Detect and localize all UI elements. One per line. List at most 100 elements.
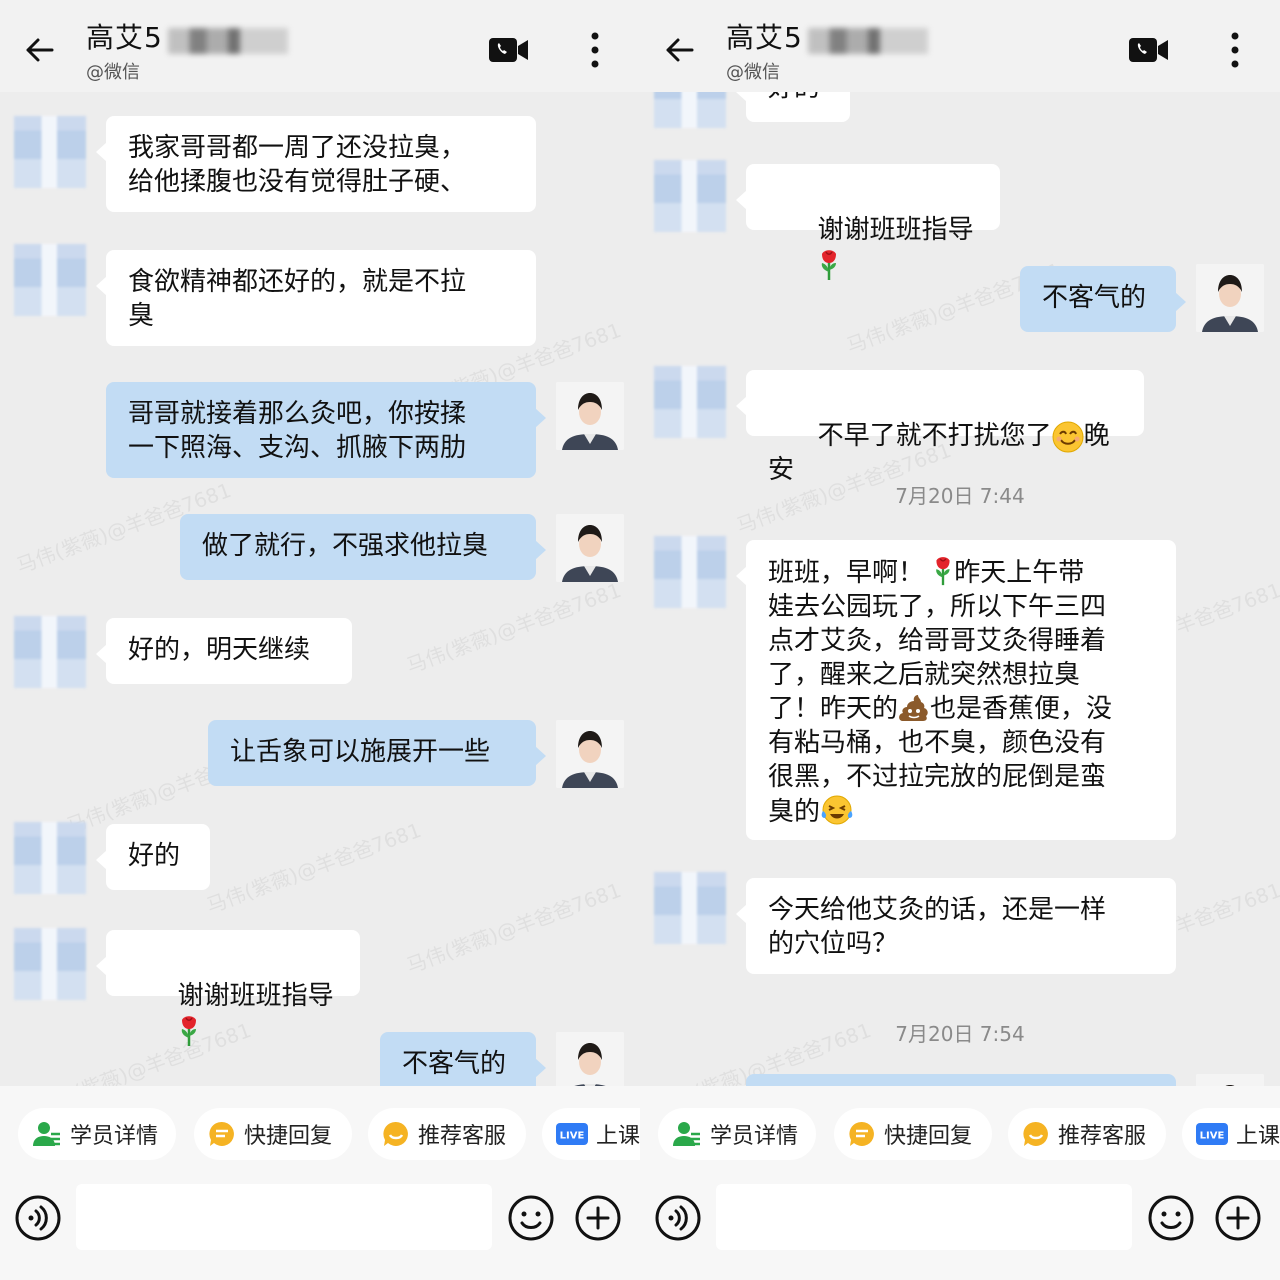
message-bubble[interactable]: 谢谢班班指导: [96, 930, 360, 1046]
self-avatar[interactable]: [556, 382, 624, 450]
self-avatar[interactable]: [556, 1032, 624, 1086]
contact-avatar[interactable]: [654, 872, 726, 944]
video-call-icon[interactable]: [1128, 34, 1170, 66]
contact-avatar[interactable]: [654, 92, 726, 128]
message-bubble[interactable]: 不客气的: [1020, 266, 1186, 332]
contact-avatar[interactable]: [14, 116, 86, 188]
live-badge-icon: LIVE: [1196, 1123, 1228, 1145]
self-avatar[interactable]: [1196, 1074, 1264, 1086]
student-details-button[interactable]: 学员详情: [18, 1108, 176, 1160]
message-list: 马伟(紫薇)@羊爸爸7681 马伟(紫薇)@羊爸爸7681 马伟(紫薇)@羊爸爸…: [0, 92, 640, 1086]
self-avatar[interactable]: [556, 514, 624, 582]
message-list: 马伟(紫薇)@羊爸爸7681 马伟(紫薇)@羊爸爸7681 马伟(紫薇)@羊爸爸…: [640, 92, 1280, 1086]
smile-emoji-icon: [1052, 421, 1084, 452]
quick-action-bar: 学员详情 快捷回复 推荐客服 LIVE 上课: [640, 1086, 1280, 1180]
plus-icon[interactable]: [1214, 1194, 1262, 1242]
chip-label: 快捷回复: [244, 1124, 333, 1149]
message-bubble[interactable]: 好的: [736, 92, 850, 122]
message-text: 昨天上午带: [954, 558, 1085, 588]
message-bubble[interactable]: 做了就行，不强求他拉臭: [180, 514, 546, 580]
student-details-button[interactable]: 学员详情: [658, 1108, 816, 1160]
message-text: 谢谢班班指导: [177, 981, 334, 1011]
message-text: 不早了就不打扰您了: [817, 421, 1052, 451]
student-icon: [673, 1122, 700, 1146]
emoji-icon[interactable]: [507, 1194, 555, 1242]
support-icon: [383, 1121, 408, 1146]
chip-label: 学员详情: [710, 1124, 799, 1149]
message-bubble[interactable]: 班班，早啊！ 昨天上午带 娃去公园玩了，所以下午三四 点才艾灸，给哥哥艾灸得睡着…: [736, 540, 1176, 840]
svg-text:LIVE: LIVE: [560, 1131, 585, 1142]
quick-action-bar: 学员详情 快捷回复 推荐客服 LIVE 上课: [0, 1086, 640, 1180]
svg-text:LIVE: LIVE: [1200, 1131, 1225, 1142]
chat-title-block: 高艾5 @微信: [86, 20, 386, 84]
message-text: 班班，早啊！: [768, 558, 925, 588]
message-input[interactable]: [76, 1184, 492, 1250]
agent-photo-icon: [556, 382, 624, 450]
message-bubble[interactable]: 好的，明天继续: [96, 618, 352, 684]
message-bubble[interactable]: 不客气的: [380, 1032, 546, 1086]
chat-panel-left: 高艾5 @微信 马伟(紫薇)@羊爸爸7681 马伟(紫薇)@羊爸爸7681 马伟…: [0, 0, 640, 1280]
input-bar: [0, 1180, 640, 1280]
recommend-support-button[interactable]: 推荐客服: [368, 1108, 526, 1160]
contact-avatar[interactable]: [654, 536, 726, 608]
message-bubble[interactable]: 不早了就不打扰您了 晚安: [736, 370, 1144, 485]
chip-label: 推荐客服: [1058, 1124, 1147, 1149]
emoji-icon[interactable]: [1147, 1194, 1195, 1242]
chip-label: 上课: [1236, 1124, 1280, 1149]
contact-avatar[interactable]: [14, 244, 86, 316]
chat-header: 高艾5 @微信: [0, 0, 640, 92]
quick-reply-icon: [209, 1121, 234, 1146]
message-bubble[interactable]: 食欲精神都还好的，就是不拉 臭: [96, 250, 536, 346]
quick-reply-button[interactable]: 快捷回复: [194, 1108, 352, 1160]
chip-label: 快捷回复: [884, 1124, 973, 1149]
recommend-support-button[interactable]: 推荐客服: [1008, 1108, 1166, 1160]
self-avatar[interactable]: [1196, 264, 1264, 332]
contact-avatar[interactable]: [14, 822, 86, 894]
message-bubble[interactable]: 好的: [96, 824, 210, 890]
rose-icon: [181, 1015, 196, 1046]
live-badge-icon: LIVE: [556, 1123, 588, 1145]
back-arrow-icon[interactable]: [662, 32, 698, 68]
name-redaction: [808, 28, 928, 54]
plus-icon[interactable]: [574, 1194, 622, 1242]
chip-label: 上课: [596, 1124, 640, 1149]
self-avatar[interactable]: [556, 720, 624, 788]
more-icon[interactable]: [1220, 30, 1250, 70]
chip-label: 推荐客服: [418, 1124, 507, 1149]
quick-reply-button[interactable]: 快捷回复: [834, 1108, 992, 1160]
message-bubble[interactable]: 哥哥就接着那么灸吧，你按揉 一下照海、支沟、抓腋下两肋: [106, 382, 546, 478]
support-icon: [1023, 1121, 1048, 1146]
contact-source: @微信: [726, 62, 780, 83]
contact-avatar[interactable]: [14, 928, 86, 1000]
quick-reply-icon: [849, 1121, 874, 1146]
message-bubble-partial[interactable]: [746, 1074, 1176, 1086]
chat-panel-right: 高艾5 @微信 马伟(紫薇)@羊爸爸7681 马伟(紫薇)@羊爸爸7681 马伟…: [640, 0, 1280, 1280]
message-bubble[interactable]: 今天给他艾灸的话，还是一样 的穴位吗？: [736, 878, 1176, 974]
contact-avatar[interactable]: [654, 366, 726, 438]
watermark: 马伟(紫薇)@羊爸爸7681: [203, 817, 425, 918]
chat-header: 高艾5 @微信: [640, 0, 1280, 92]
agent-photo-icon: [1196, 264, 1264, 332]
more-icon[interactable]: [580, 30, 610, 70]
agent-photo-icon: [556, 514, 624, 582]
contact-avatar[interactable]: [654, 160, 726, 232]
video-call-icon[interactable]: [488, 34, 530, 66]
agent-photo-icon: [1196, 1074, 1264, 1086]
timestamp: 7月20日 7:44: [895, 484, 1025, 508]
message-bubble[interactable]: 谢谢班班指导: [736, 164, 1000, 280]
message-bubble[interactable]: 我家哥哥都一周了还没拉臭， 给他揉腹也没有觉得肚子硬、: [96, 116, 536, 212]
chip-label: 学员详情: [70, 1124, 159, 1149]
student-icon: [33, 1122, 60, 1146]
voice-icon[interactable]: [14, 1194, 62, 1242]
class-button[interactable]: LIVE 上课: [1182, 1108, 1280, 1160]
class-button[interactable]: LIVE 上课: [542, 1108, 640, 1160]
laugh-cry-emoji-icon: [821, 795, 853, 825]
message-bubble[interactable]: 让舌象可以施展开一些: [208, 720, 546, 786]
contact-source: @微信: [86, 62, 140, 83]
message-input[interactable]: [716, 1184, 1132, 1250]
back-arrow-icon[interactable]: [22, 32, 58, 68]
contact-avatar[interactable]: [14, 616, 86, 688]
voice-icon[interactable]: [654, 1194, 702, 1242]
name-redaction: [168, 28, 288, 54]
agent-photo-icon: [556, 720, 624, 788]
